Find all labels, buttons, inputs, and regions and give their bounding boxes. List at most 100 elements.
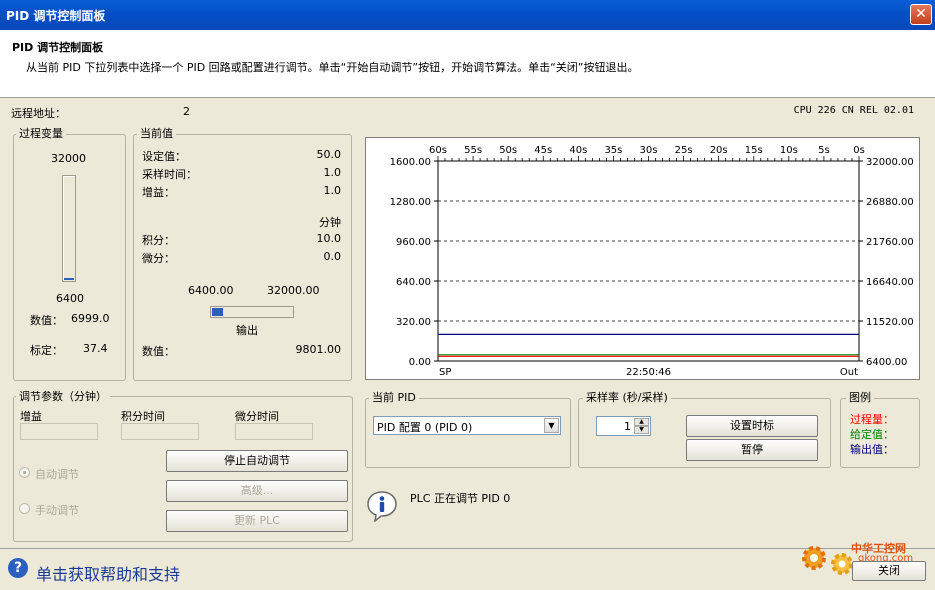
output-level-bar (210, 306, 294, 318)
header-title: PID 调节控制面板 (12, 41, 104, 54)
left-tick-label: 0.00 (409, 357, 431, 368)
top-tick-label: 5s (818, 145, 830, 156)
top-tick-label: 35s (604, 145, 622, 156)
current-pid-selected: PID 配置 0 (PID 0) (377, 421, 473, 434)
header-panel: PID 调节控制面板 从当前 PID 下拉列表中选择一个 PID 回路或配置进行… (0, 30, 935, 98)
output-max-label: 32000.00 (267, 284, 320, 297)
remote-address-value: 2 (183, 105, 190, 118)
tuning-params-legend: 调节参数（分钟） (16, 390, 110, 403)
legend-setpoint: 给定值： (850, 428, 894, 441)
output-label: 输出 (236, 324, 258, 337)
pv-value-label: 数值： (30, 314, 63, 327)
auto-tune-label: 自动调节 (35, 468, 79, 481)
time-unit-label: 分钟 (319, 216, 341, 229)
left-tick-label: 1280.00 (390, 197, 431, 208)
pv-scaled-label: 标定： (30, 344, 63, 357)
cpu-version: CPU 226 CN REL 02.01 (793, 105, 914, 116)
left-tick-label: 960.00 (396, 237, 431, 248)
bottom-left-label: SP (439, 367, 451, 378)
title-bar: PID 调节控制面板 ✕ (0, 0, 935, 30)
update-plc-button[interactable]: 更新 PLC (166, 510, 348, 532)
top-tick-label: 25s (675, 145, 693, 156)
current-pid-select[interactable]: PID 配置 0 (PID 0) ▼ (373, 416, 561, 435)
bottom-time-label: 22:50:46 (626, 367, 671, 378)
gain-value: 1.0 (323, 184, 342, 197)
pv-max-label: 32000 (51, 152, 86, 165)
setpoint-label: 设定值： (142, 150, 186, 163)
integral-value: 10.0 (316, 232, 342, 245)
trend-chart-svg: 1600.00 32000.00 1280.00 26880.00 960.00 2176… (390, 145, 914, 378)
output-level-fill (212, 308, 223, 316)
close-button[interactable]: 关闭 (852, 561, 926, 581)
top-tick-label: 30s (640, 145, 658, 156)
pv-level-fill (64, 278, 74, 280)
window-title: PID 调节控制面板 (6, 9, 106, 23)
top-tick-label: 55s (464, 145, 482, 156)
chevron-down-icon[interactable]: ▼ (544, 418, 559, 433)
help-icon[interactable]: ? (8, 558, 28, 578)
right-tick-label: 16640.00 (866, 277, 914, 288)
spinner-down-icon[interactable]: ▼ (634, 426, 649, 434)
spinner-up-icon[interactable]: ▲ (634, 418, 649, 426)
right-tick-label: 26880.00 (866, 197, 914, 208)
top-tick-label: 60s (429, 145, 447, 156)
current-values-legend: 当前值 (137, 127, 176, 140)
top-tick-label: 40s (569, 145, 587, 156)
info-icon (366, 490, 398, 523)
plot-area (437, 160, 860, 362)
right-tick-label: 32000.00 (866, 157, 914, 168)
footer-divider (0, 548, 935, 549)
pv-scaled-value: 37.4 (83, 342, 108, 355)
right-tick-label: 21760.00 (866, 237, 914, 248)
advanced-button[interactable]: 高级... (166, 480, 348, 502)
auto-tune-radio-dot (23, 471, 26, 474)
tuning-derivative-input[interactable] (235, 423, 313, 440)
sampling-rate-spinner[interactable]: 1 ▲ ▼ (596, 416, 651, 436)
tuning-integral-label: 积分时间 (121, 410, 165, 423)
setpoint-value: 50.0 (316, 148, 342, 161)
sampling-rate-legend: 采样率 (秒/采样) (583, 391, 671, 404)
pause-button[interactable]: 暂停 (686, 439, 818, 461)
left-tick-label: 320.00 (396, 317, 431, 328)
derivative-value: 0.0 (323, 250, 342, 263)
window-close-button[interactable]: ✕ (910, 4, 932, 25)
output-value: 9801.00 (295, 343, 342, 356)
process-variable-legend: 过程变量 (16, 127, 66, 140)
manual-tune-radio[interactable] (19, 503, 30, 514)
stop-autotune-button[interactable]: 停止自动调节 (166, 450, 348, 472)
sample-time-value: 1.0 (323, 166, 342, 179)
current-pid-legend: 当前 PID (369, 391, 419, 404)
header-description: 从当前 PID 下拉列表中选择一个 PID 回路或配置进行调节。单击“开始自动调… (26, 61, 639, 74)
right-tick-label: 6400.00 (866, 357, 907, 368)
status-message: PLC 正在调节 PID 0 (410, 492, 511, 505)
help-link[interactable]: 单击获取帮助和支持 (36, 561, 180, 585)
left-tick-label: 640.00 (396, 277, 431, 288)
pv-min-label: 6400 (56, 292, 84, 305)
tuning-gain-label: 增益 (20, 410, 42, 423)
top-tick-label: 50s (499, 145, 517, 156)
tuning-derivative-label: 微分时间 (235, 410, 279, 423)
top-tick-label: 20s (710, 145, 728, 156)
output-value-label: 数值： (142, 345, 175, 358)
sampling-rate-value: 1 (624, 420, 631, 433)
auto-tune-radio[interactable] (19, 467, 30, 478)
integral-label: 积分： (142, 234, 175, 247)
pv-level-bar (62, 175, 76, 282)
manual-tune-label: 手动调节 (35, 504, 79, 517)
output-min-label: 6400.00 (188, 284, 234, 297)
top-tick-label: 15s (745, 145, 763, 156)
right-tick-label: 11520.00 (866, 317, 914, 328)
trend-chart: 1600.00 32000.00 1280.00 26880.00 960.00 2176… (365, 137, 920, 380)
top-tick-label: 0s (853, 145, 865, 156)
top-tick-label: 10s (780, 145, 798, 156)
tuning-integral-input[interactable] (121, 423, 199, 440)
legend-title: 图例 (846, 391, 874, 404)
set-marker-button[interactable]: 设置时标 (686, 415, 818, 437)
legend-output: 输出值： (850, 443, 894, 456)
tuning-gain-input[interactable] (20, 423, 98, 440)
remote-address-label: 远程地址： (11, 107, 66, 120)
legend-process-value: 过程量： (850, 413, 894, 426)
top-tick-label: 45s (534, 145, 552, 156)
derivative-label: 微分： (142, 252, 175, 265)
pv-value: 6999.0 (71, 312, 110, 325)
